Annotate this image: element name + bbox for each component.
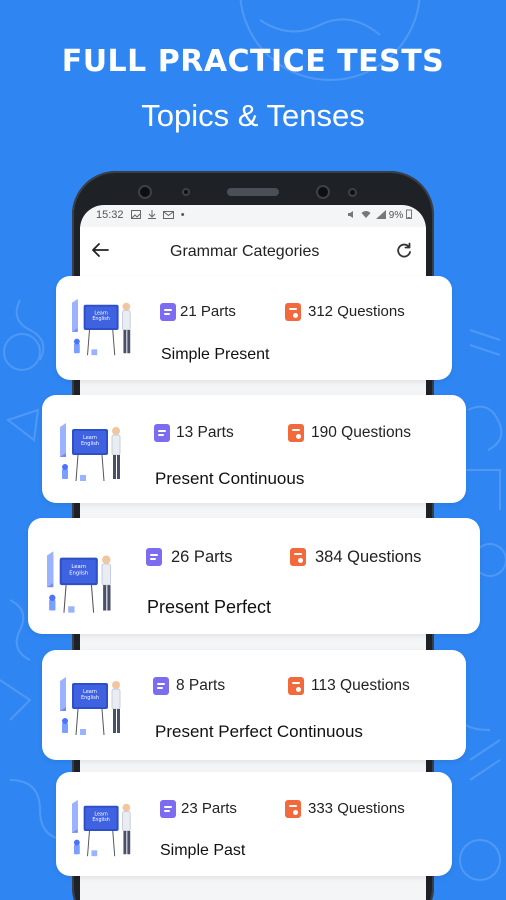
svg-text:English: English (69, 571, 88, 577)
category-illustration: Learn English (70, 295, 140, 361)
earpiece-speaker (227, 188, 279, 196)
app-bar: Grammar Categories (80, 227, 426, 279)
category-title: Simple Past (160, 842, 246, 859)
proximity-sensor (182, 188, 190, 196)
category-title: Present Perfect Continuous (155, 722, 363, 741)
quiz-icon (288, 424, 304, 442)
subheadline: Topics & Tenses (141, 98, 365, 133)
questions-count: 113 Questions (311, 677, 410, 694)
document-icon (154, 424, 170, 442)
refresh-icon (397, 242, 411, 258)
mail-icon (162, 211, 174, 219)
svg-text:English: English (81, 695, 99, 701)
battery-percent: 9% (388, 210, 404, 221)
category-illustration: Learn English (58, 418, 130, 488)
questions-count: 333 Questions (308, 800, 405, 817)
questions-count: 312 Questions (308, 303, 405, 320)
image-icon (130, 210, 141, 219)
arrow-left-icon (92, 243, 109, 257)
category-title: Present Perfect (147, 597, 272, 617)
questions-count: 190 Questions (311, 424, 411, 441)
svg-text:Learn: Learn (71, 564, 86, 570)
category-title: Present Continuous (155, 469, 305, 488)
status-time: 15:32 (96, 209, 124, 221)
document-icon (153, 677, 169, 695)
document-icon (160, 800, 176, 818)
quiz-icon (285, 800, 301, 818)
parts-count: 26 Parts (171, 548, 233, 566)
quiz-icon (285, 303, 301, 321)
parts-count: 8 Parts (176, 677, 226, 694)
battery-icon (406, 209, 412, 219)
front-camera (138, 185, 152, 199)
wifi-icon (361, 211, 371, 218)
sensor-dot (348, 188, 357, 197)
quiz-icon (288, 677, 304, 695)
document-icon (160, 303, 176, 321)
category-illustration: Learn English (58, 672, 130, 742)
back-button[interactable] (90, 239, 114, 263)
svg-text:English: English (92, 316, 110, 322)
quiz-icon (290, 548, 306, 566)
parts-count: 13 Parts (176, 424, 234, 441)
svg-text:English: English (81, 441, 99, 447)
secondary-camera (316, 185, 330, 199)
notification-dot: • (180, 209, 185, 221)
parts-count: 21 Parts (180, 303, 236, 320)
status-right: 9% (347, 209, 412, 221)
headline: FULL PRACTICE TESTS (61, 44, 445, 79)
svg-text:English: English (92, 817, 110, 823)
category-illustration: Learn English (44, 547, 122, 619)
refresh-button[interactable] (394, 241, 414, 261)
category-title: Simple Present (161, 346, 270, 363)
questions-count: 384 Questions (315, 548, 422, 566)
document-icon (146, 548, 162, 566)
page-title: Grammar Categories (170, 243, 320, 260)
download-icon (147, 210, 156, 219)
category-illustration: Learn English (70, 796, 140, 862)
signal-icon (375, 210, 386, 219)
phone-top-bezel (72, 171, 434, 207)
parts-count: 23 Parts (181, 800, 237, 817)
status-bar: 15:32 • 9% (80, 205, 426, 227)
mute-icon (348, 211, 354, 218)
